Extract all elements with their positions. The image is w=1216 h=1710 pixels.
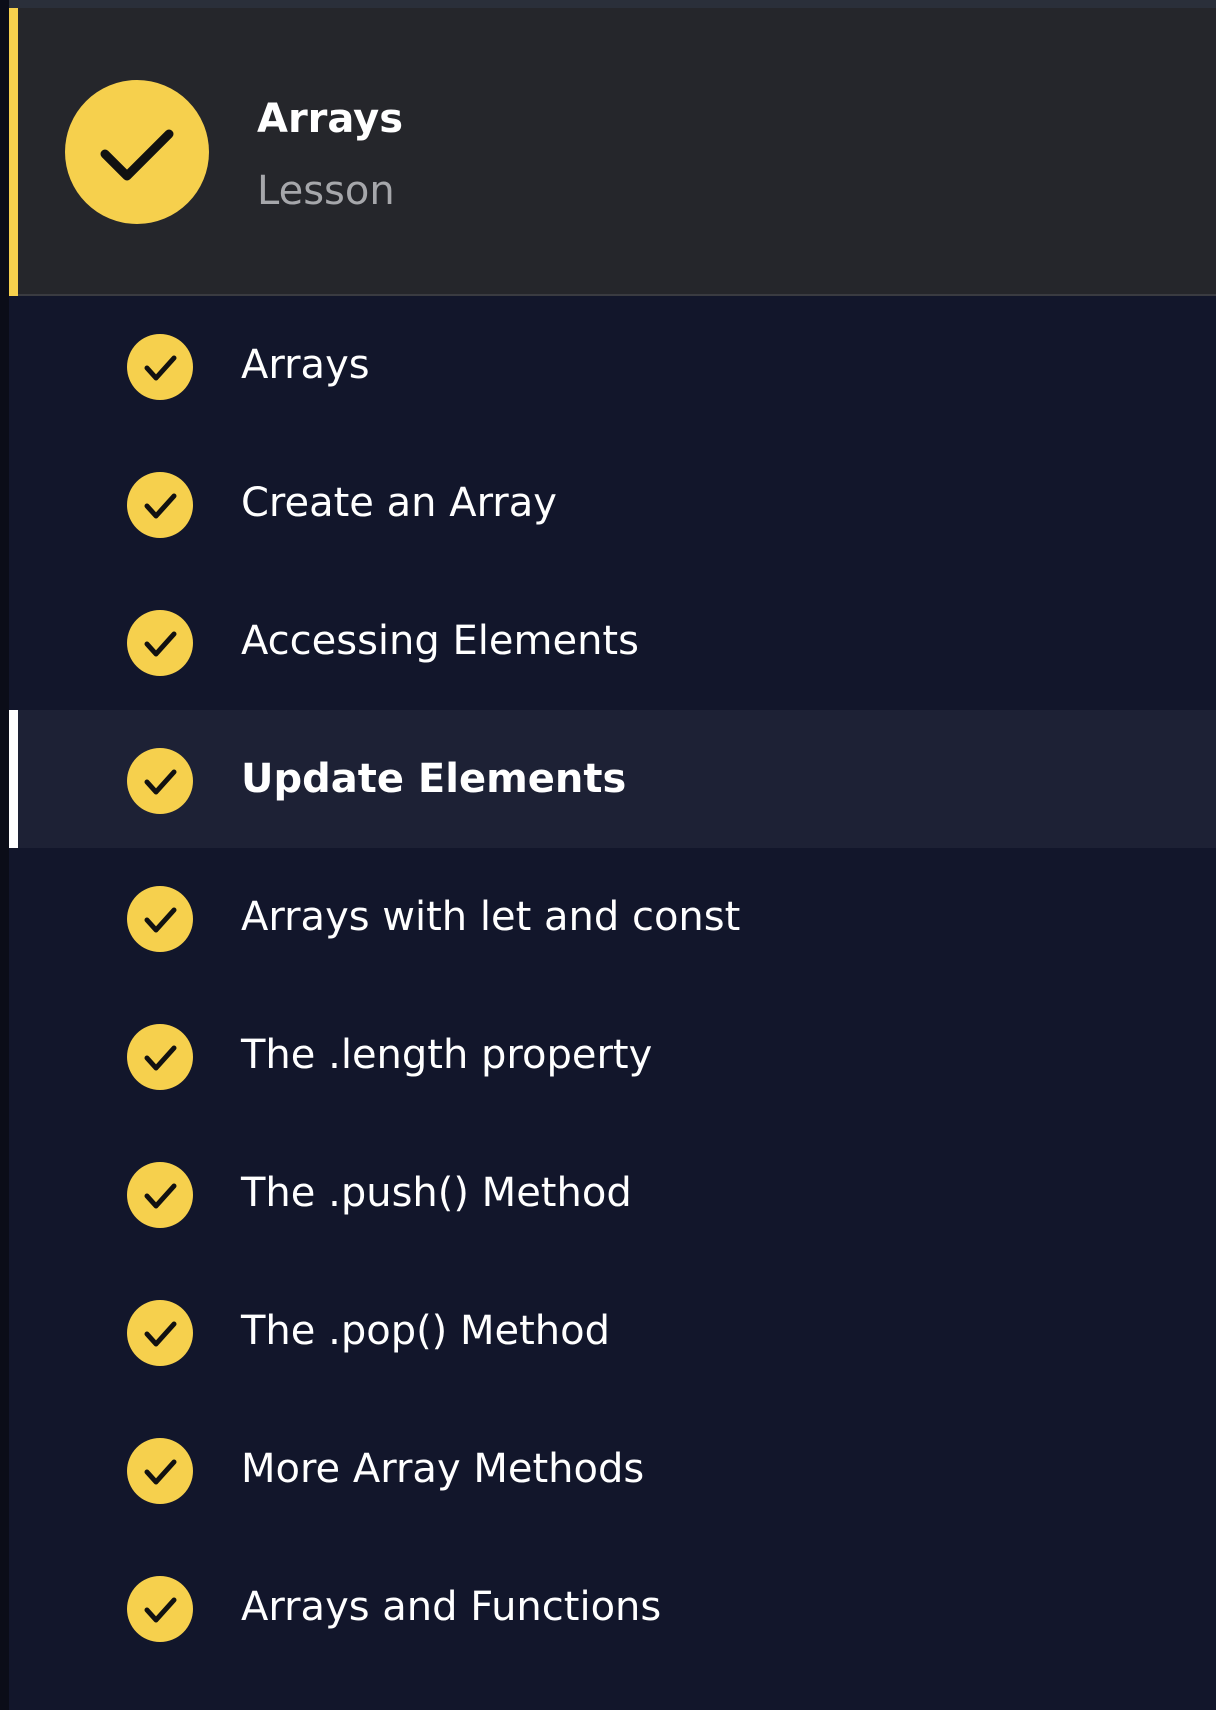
exercise-item[interactable]: Create an Array <box>9 434 1216 572</box>
top-border <box>0 0 1216 8</box>
exercise-item[interactable]: Arrays with let and const <box>9 848 1216 986</box>
exercise-label: Update Elements <box>241 756 627 802</box>
completed-check-icon <box>127 1300 193 1366</box>
exercise-item[interactable]: More Array Methods <box>9 1400 1216 1538</box>
lesson-header[interactable]: Arrays Lesson <box>9 8 1216 296</box>
active-indicator <box>9 710 18 848</box>
completed-check-icon <box>127 334 193 400</box>
exercise-label: Create an Array <box>241 480 557 526</box>
completed-check-icon <box>127 1162 193 1228</box>
completed-check-icon <box>127 748 193 814</box>
left-gutter <box>0 0 9 1710</box>
exercise-label: The .pop() Method <box>241 1308 611 1354</box>
exercise-label: Accessing Elements <box>241 618 639 664</box>
completed-check-icon <box>127 1438 193 1504</box>
lesson-sidebar: Arrays Lesson Arrays Create an Array Acc… <box>0 0 1216 1710</box>
exercise-label: Arrays <box>241 342 370 388</box>
exercise-item[interactable]: Arrays and Functions <box>9 1538 1216 1676</box>
exercise-label: More Array Methods <box>241 1446 645 1492</box>
exercise-item[interactable]: The .pop() Method <box>9 1262 1216 1400</box>
completed-check-icon <box>127 472 193 538</box>
exercise-label: The .push() Method <box>241 1170 632 1216</box>
exercise-item[interactable]: Arrays <box>9 296 1216 434</box>
completed-check-icon <box>127 1024 193 1090</box>
exercise-list: Arrays Create an Array Accessing Element… <box>9 296 1216 1710</box>
lesson-title: Arrays <box>257 96 404 142</box>
exercise-label: Arrays with let and const <box>241 894 741 940</box>
exercise-item[interactable]: The .length property <box>9 986 1216 1124</box>
exercise-label: Arrays and Functions <box>241 1584 662 1630</box>
completed-check-icon <box>127 610 193 676</box>
exercise-item[interactable]: The .push() Method <box>9 1124 1216 1262</box>
header-accent-bar <box>9 8 18 296</box>
lesson-type-label: Lesson <box>257 168 395 214</box>
exercise-label: The .length property <box>241 1032 653 1078</box>
completed-check-icon <box>127 1576 193 1642</box>
exercise-item-active[interactable]: Update Elements <box>9 710 1216 848</box>
lesson-complete-check-icon <box>65 80 209 224</box>
completed-check-icon <box>127 886 193 952</box>
exercise-item[interactable]: Accessing Elements <box>9 572 1216 710</box>
